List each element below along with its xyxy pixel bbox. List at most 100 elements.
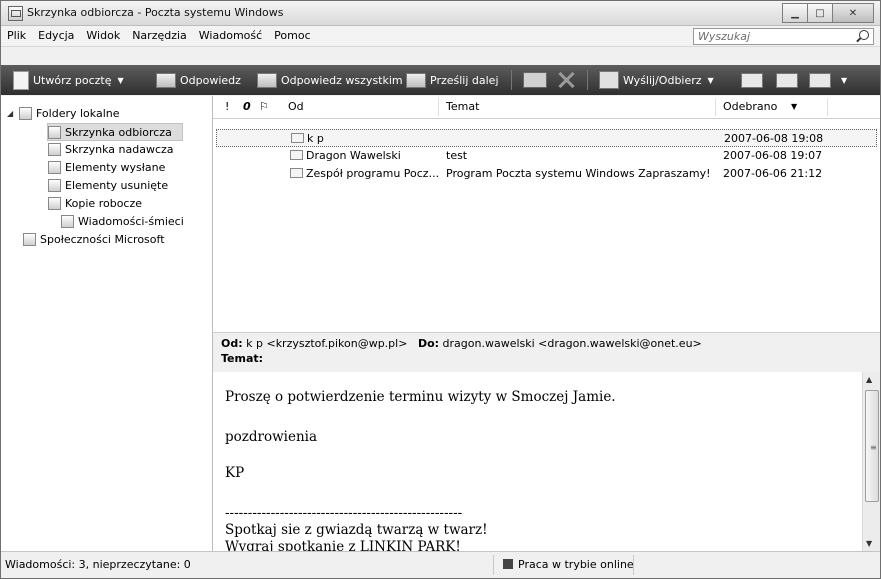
menu-edit[interactable]: Edycja (32, 26, 80, 42)
reply-button[interactable]: Odpowiedz (156, 70, 241, 90)
folder-label: Skrzynka nadawcza (65, 142, 174, 156)
folder-local-root[interactable]: ◢ Foldery lokalne (7, 105, 120, 121)
reply-label: Odpowiedz (180, 73, 241, 87)
row-received: 2007-06-06 21:12 (723, 167, 823, 180)
junk-icon (61, 214, 74, 228)
title-bar[interactable]: Skrzynka odbiorcza - Poczta systemu Wind… (1, 1, 880, 26)
printer-icon (523, 72, 547, 88)
sort-desc-icon[interactable]: ▼ (791, 102, 797, 111)
subject-label: Temat: (221, 352, 264, 365)
online-status: Praca w trybie online (503, 558, 634, 571)
sent-icon (48, 160, 61, 174)
chevron-down-icon[interactable]: ▼ (118, 76, 124, 85)
folder-label: Wiadomości-śmieci (78, 214, 184, 228)
reply-all-label: Odpowiedz wszystkim (281, 73, 403, 87)
search-placeholder: Wyszukaj (698, 30, 751, 43)
forward-button[interactable]: Prześlij dalej (406, 70, 499, 90)
create-mail-button[interactable]: Utwórz pocztę ▼ (13, 70, 124, 90)
folder-label: Elementy usunięte (65, 178, 169, 192)
scroll-up-icon[interactable]: ▲ (866, 375, 872, 384)
folder-deleted[interactable]: Elementy usunięte (48, 177, 168, 193)
column-flag[interactable]: ⚐ (259, 100, 269, 113)
column-separator[interactable] (715, 98, 716, 116)
folder-sent[interactable]: Elementy wysłane (48, 159, 165, 175)
create-mail-label: Utwórz pocztę (33, 73, 112, 87)
menu-help[interactable]: Pomoc (268, 26, 316, 42)
column-received[interactable]: Odebrano (723, 100, 777, 113)
status-separator (633, 555, 634, 575)
send-receive-button[interactable]: Wyślij/Odbierz ▼ (599, 70, 714, 90)
list-header: ! 0 ⚐ Od Temat Odebrano ▼ (213, 96, 880, 119)
table-row[interactable]: k p 2007-06-08 19:08 (216, 129, 877, 147)
window-controls: ▁ □ ✕ (782, 3, 874, 23)
find-button[interactable]: ▼ (809, 70, 847, 90)
close-button[interactable]: ✕ (832, 3, 874, 23)
online-status-label: Praca w trybie online (518, 558, 634, 571)
reply-all-button[interactable]: Odpowiedz wszystkim (257, 70, 403, 90)
message-body[interactable]: Proszę o potwierdzenie terminu wizyty w … (213, 372, 862, 551)
toolbar-separator (587, 70, 588, 90)
row-subject: Program Poczta systemu Windows Zapraszam… (446, 167, 711, 180)
reply-all-icon (257, 72, 277, 88)
menu-view[interactable]: Widok (80, 26, 126, 42)
calendar-icon (776, 72, 798, 88)
folder-label: Społeczności Microsoft (40, 232, 165, 246)
message-count: Wiadomości: 3, nieprzeczytane: 0 (5, 558, 191, 571)
maximize-button[interactable]: □ (807, 3, 833, 23)
forward-label: Prześlij dalej (430, 73, 499, 87)
column-separator[interactable] (827, 98, 828, 116)
menu-message[interactable]: Wiadomość (193, 26, 268, 42)
chevron-down-icon[interactable]: ▼ (708, 76, 714, 85)
outbox-icon (48, 142, 61, 156)
search-input[interactable]: Wyszukaj (693, 28, 874, 45)
body-line: Wygraj spotkanie z LINKIN PARK! (225, 539, 461, 551)
collapse-icon[interactable]: ◢ (7, 109, 15, 118)
table-row[interactable]: Zespół programu Pocz... Program Poczta s… (216, 165, 877, 181)
envelope-read-icon (290, 168, 303, 178)
grip-icon: ≡ (870, 443, 877, 452)
chevron-down-icon[interactable]: ▼ (841, 76, 847, 85)
folder-drafts[interactable]: Kopie robocze (48, 195, 142, 211)
column-important[interactable]: ! (225, 100, 229, 113)
menu-bar: Plik Edycja Widok Narzędzia Wiadomość Pomoc W… (1, 26, 880, 47)
folder-microsoft-communities[interactable]: Społeczności Microsoft (23, 231, 165, 247)
mail-app-icon (8, 6, 23, 21)
preview-from-line: Od: k p <krzysztof.pikon@wp.pl> Do: drag… (221, 337, 702, 350)
preview-header: Od: k p <krzysztof.pikon@wp.pl> Do: drag… (213, 332, 880, 373)
scroll-down-icon[interactable]: ▼ (866, 539, 872, 548)
menu-file[interactable]: Plik (1, 26, 32, 42)
to-value[interactable]: dragon.wawelski <dragon.wawelski@onet.eu… (443, 337, 702, 350)
search-icon[interactable] (859, 30, 869, 40)
inbox-icon (48, 125, 61, 139)
delete-button[interactable] (557, 70, 579, 90)
scroll-thumb[interactable]: ≡ (865, 390, 879, 502)
folder-label: Elementy wysłane (65, 160, 166, 174)
column-subject[interactable]: Temat (446, 100, 479, 113)
column-attachment[interactable]: 0 (243, 100, 251, 113)
folder-outbox[interactable]: Skrzynka nadawcza (48, 141, 174, 157)
body-line: ----------------------------------------… (225, 505, 463, 521)
folder-junk[interactable]: Wiadomości-śmieci (61, 213, 184, 229)
calendar-button[interactable] (776, 70, 802, 90)
trash-icon (48, 178, 61, 192)
address-book-button[interactable] (741, 70, 767, 90)
row-received: 2007-06-08 19:08 (724, 132, 824, 145)
preview-scrollbar[interactable]: ▲ ≡ ▼ (862, 372, 880, 551)
print-button[interactable] (523, 70, 551, 90)
preview-subject-line: Temat: (221, 352, 263, 365)
folder-label: Skrzynka odbiorcza (65, 125, 172, 139)
table-row[interactable]: Dragon Wawelski test 2007-06-08 19:07 (216, 147, 877, 163)
message-list: ! 0 ⚐ Od Temat Odebrano ▼ k p 2007-06-08… (213, 96, 880, 332)
community-icon (23, 232, 36, 246)
column-separator[interactable] (438, 98, 439, 116)
new-mail-icon (13, 70, 29, 90)
minimize-button[interactable]: ▁ (782, 3, 808, 23)
from-value[interactable]: k p <krzysztof.pikon@wp.pl> (246, 337, 407, 350)
menu-tools[interactable]: Narzędzia (126, 26, 193, 42)
folder-inbox[interactable]: Skrzynka odbiorcza (47, 123, 183, 141)
window-title: Skrzynka odbiorcza - Poczta systemu Wind… (27, 6, 284, 19)
envelope-read-icon (291, 133, 304, 143)
body-line: Spotkaj sie z gwiazdą twarzą w twarz! (225, 522, 488, 538)
body-line: Proszę o potwierdzenie terminu wizyty w … (225, 389, 616, 405)
column-from[interactable]: Od (288, 100, 304, 113)
